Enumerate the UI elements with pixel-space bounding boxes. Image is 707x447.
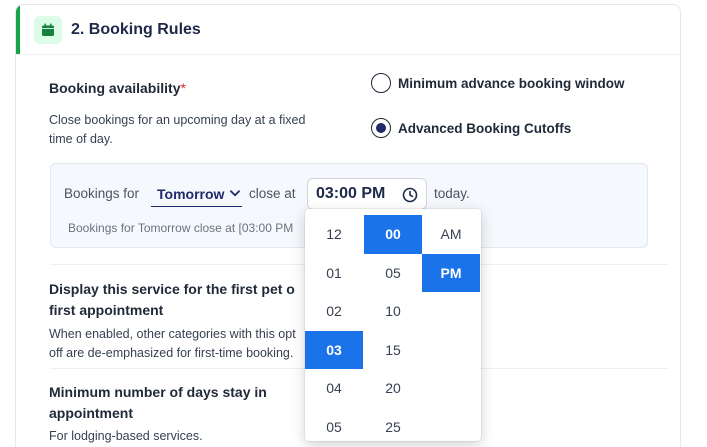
day-select[interactable]: Tomorrow	[151, 181, 242, 207]
radio-button-selected[interactable]	[371, 118, 391, 138]
hour-option[interactable]: 04	[305, 369, 363, 408]
first-pet-title: Display this service for the first pet o…	[49, 281, 295, 318]
minute-column: 00 05 10 15 20 25	[364, 215, 422, 441]
radio-advanced-booking-cutoffs[interactable]: Advanced Booking Cutoffs	[371, 118, 571, 138]
period-option-selected[interactable]: PM	[422, 253, 480, 292]
close-at-label: close at	[249, 186, 296, 201]
radio-label: Minimum advance booking window	[398, 75, 625, 91]
section-number: 2.	[71, 20, 85, 38]
hour-option[interactable]: 12	[305, 215, 363, 254]
time-input-value: 03:00 PM	[316, 185, 386, 202]
minute-option-selected[interactable]: 00	[364, 215, 422, 254]
hour-column: 12 01 02 03 04 05	[305, 215, 363, 441]
day-select-value: Tomorrow	[157, 185, 225, 202]
min-days-title: Minimum number of days stay in appointme…	[49, 384, 267, 421]
booking-availability-label: Booking availability*	[49, 80, 186, 96]
period-option[interactable]: AM	[422, 215, 480, 254]
booking-availability-description: Close bookings for an upcoming day at a …	[49, 113, 306, 146]
period-column: AM PM	[422, 215, 480, 292]
today-label: today.	[434, 186, 470, 201]
section-header: 2. Booking Rules	[16, 5, 680, 55]
hour-option[interactable]: 01	[305, 254, 363, 293]
clock-icon[interactable]	[402, 187, 418, 203]
minute-option[interactable]: 20	[364, 369, 422, 408]
radio-minimum-advance-window[interactable]: Minimum advance booking window	[371, 73, 625, 93]
minute-option[interactable]: 15	[364, 331, 422, 370]
radio-label: Advanced Booking Cutoffs	[398, 120, 572, 136]
cutoff-hint: Bookings for Tomorrow close at [03:00 PM	[68, 221, 294, 235]
min-days-description: For lodging-based services.	[49, 429, 203, 443]
calendar-icon	[34, 15, 62, 44]
chevron-down-icon	[230, 190, 241, 197]
time-input[interactable]: 03:00 PM	[307, 178, 427, 210]
minute-option[interactable]: 05	[364, 254, 422, 293]
time-picker-dropdown: 12 01 02 03 04 05 00 05 10 15 20 25 AM P…	[305, 209, 481, 441]
hour-option-selected[interactable]: 03	[305, 330, 363, 369]
radio-button-unselected[interactable]	[371, 73, 391, 93]
bookings-for-label: Bookings for	[64, 186, 140, 201]
hour-option[interactable]: 02	[305, 292, 363, 331]
required-mark: *	[180, 80, 186, 96]
section-title: 2. Booking Rules	[71, 21, 201, 39]
section-title-text: Booking Rules	[88, 20, 201, 38]
first-pet-description: When enabled, other categories with this…	[49, 327, 296, 360]
hour-option[interactable]: 05	[305, 408, 363, 442]
minute-option[interactable]: 10	[364, 292, 422, 331]
minute-option[interactable]: 25	[364, 408, 422, 442]
